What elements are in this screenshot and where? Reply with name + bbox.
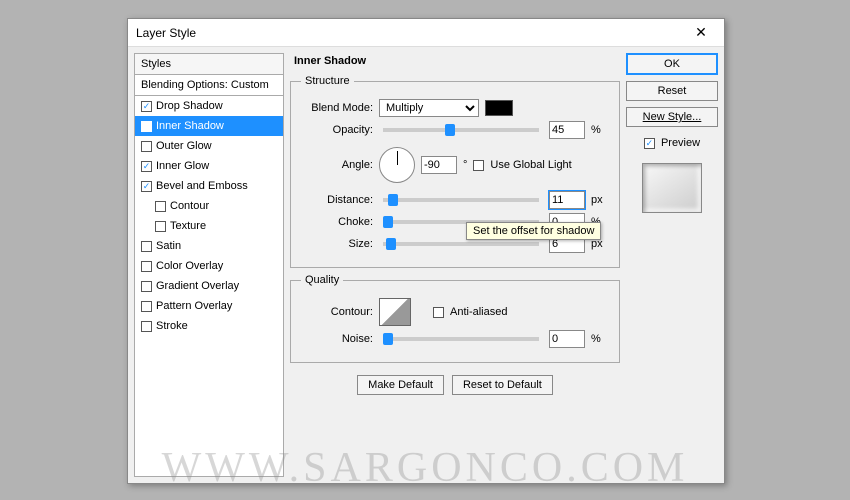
styles-panel: Styles Blending Options: Custom ✓ Drop Sh… <box>134 53 284 477</box>
preview-thumbnail <box>642 163 702 213</box>
close-icon: ✕ <box>695 24 707 41</box>
quality-legend: Quality <box>301 274 343 286</box>
style-checkbox[interactable] <box>141 241 152 252</box>
style-label: Drop Shadow <box>156 100 223 112</box>
shadow-color-swatch[interactable] <box>485 100 513 116</box>
style-checkbox[interactable] <box>141 301 152 312</box>
style-checkbox[interactable] <box>141 261 152 272</box>
style-checkbox[interactable]: ✓ <box>141 181 152 192</box>
style-label: Bevel and Emboss <box>156 180 248 192</box>
global-light-checkbox[interactable] <box>473 160 484 171</box>
ok-button[interactable]: OK <box>626 53 718 75</box>
opacity-label: Opacity: <box>301 124 373 136</box>
style-checkbox[interactable]: ✓ <box>141 161 152 172</box>
style-item-drop-shadow[interactable]: ✓ Drop Shadow <box>135 96 283 116</box>
style-checkbox[interactable] <box>141 141 152 152</box>
titlebar: Layer Style ✕ <box>128 19 724 47</box>
distance-slider[interactable] <box>383 198 539 202</box>
noise-suffix: % <box>591 333 609 345</box>
style-item-stroke[interactable]: Stroke <box>135 316 283 336</box>
style-label: Stroke <box>156 320 188 332</box>
style-label: Inner Shadow <box>156 120 224 132</box>
angle-dial[interactable] <box>379 147 415 183</box>
contour-label: Contour: <box>301 306 373 318</box>
style-label: Inner Glow <box>156 160 209 172</box>
right-panel: OK Reset New Style... ✓ Preview <box>626 53 718 477</box>
noise-input[interactable] <box>549 330 585 348</box>
style-checkbox[interactable] <box>141 321 152 332</box>
center-panel: Inner Shadow Structure Blend Mode: Multi… <box>290 53 620 477</box>
make-default-button[interactable]: Make Default <box>357 375 444 395</box>
quality-fieldset: Quality Contour: Anti-aliased Noise: % <box>290 274 620 363</box>
style-item-texture[interactable]: Texture <box>135 216 283 236</box>
style-item-pattern-overlay[interactable]: Pattern Overlay <box>135 296 283 316</box>
angle-input[interactable] <box>421 156 457 174</box>
style-checkbox[interactable] <box>141 281 152 292</box>
blend-mode-select[interactable]: Multiply <box>379 99 479 117</box>
style-item-outer-glow[interactable]: Outer Glow <box>135 136 283 156</box>
blending-options[interactable]: Blending Options: Custom <box>135 75 283 96</box>
preview-label: Preview <box>661 137 700 149</box>
distance-tooltip: Set the offset for shadow <box>466 222 601 240</box>
size-slider[interactable] <box>383 242 539 246</box>
distance-input[interactable] <box>549 191 585 209</box>
style-item-gradient-overlay[interactable]: Gradient Overlay <box>135 276 283 296</box>
style-item-inner-shadow[interactable]: ✓ Inner Shadow <box>135 116 283 136</box>
style-checkbox[interactable]: ✓ <box>141 121 152 132</box>
style-label: Texture <box>170 220 206 232</box>
style-item-inner-glow[interactable]: ✓ Inner Glow <box>135 156 283 176</box>
layer-style-dialog: Layer Style ✕ Styles Blending Options: C… <box>127 18 725 484</box>
style-label: Color Overlay <box>156 260 223 272</box>
size-label: Size: <box>301 238 373 250</box>
opacity-slider[interactable] <box>383 128 539 132</box>
anti-aliased-checkbox[interactable] <box>433 307 444 318</box>
opacity-input[interactable] <box>549 121 585 139</box>
new-style-button[interactable]: New Style... <box>626 107 718 127</box>
style-item-satin[interactable]: Satin <box>135 236 283 256</box>
style-label: Gradient Overlay <box>156 280 239 292</box>
style-item-bevel-and-emboss[interactable]: ✓ Bevel and Emboss <box>135 176 283 196</box>
opacity-suffix: % <box>591 124 609 136</box>
style-checkbox[interactable] <box>155 221 166 232</box>
panel-title: Inner Shadow <box>290 53 620 69</box>
style-item-contour[interactable]: Contour <box>135 196 283 216</box>
distance-suffix: px <box>591 194 609 206</box>
structure-legend: Structure <box>301 75 354 87</box>
style-label: Contour <box>170 200 209 212</box>
anti-aliased-label: Anti-aliased <box>450 306 507 318</box>
contour-picker[interactable] <box>379 298 411 326</box>
style-label: Satin <box>156 240 181 252</box>
styles-header: Styles <box>135 54 283 75</box>
noise-label: Noise: <box>301 333 373 345</box>
style-label: Outer Glow <box>156 140 212 152</box>
angle-label: Angle: <box>301 159 373 171</box>
noise-slider[interactable] <box>383 337 539 341</box>
dialog-title: Layer Style <box>136 26 196 40</box>
choke-label: Choke: <box>301 216 373 228</box>
style-checkbox[interactable] <box>155 201 166 212</box>
style-label: Pattern Overlay <box>156 300 232 312</box>
style-item-color-overlay[interactable]: Color Overlay <box>135 256 283 276</box>
distance-label: Distance: <box>301 194 373 206</box>
global-light-label: Use Global Light <box>490 159 571 171</box>
blend-mode-label: Blend Mode: <box>301 102 373 114</box>
reset-default-button[interactable]: Reset to Default <box>452 375 553 395</box>
close-button[interactable]: ✕ <box>686 23 716 43</box>
angle-suffix: ° <box>463 159 467 171</box>
reset-button[interactable]: Reset <box>626 81 718 101</box>
preview-checkbox[interactable]: ✓ <box>644 138 655 149</box>
style-checkbox[interactable]: ✓ <box>141 101 152 112</box>
